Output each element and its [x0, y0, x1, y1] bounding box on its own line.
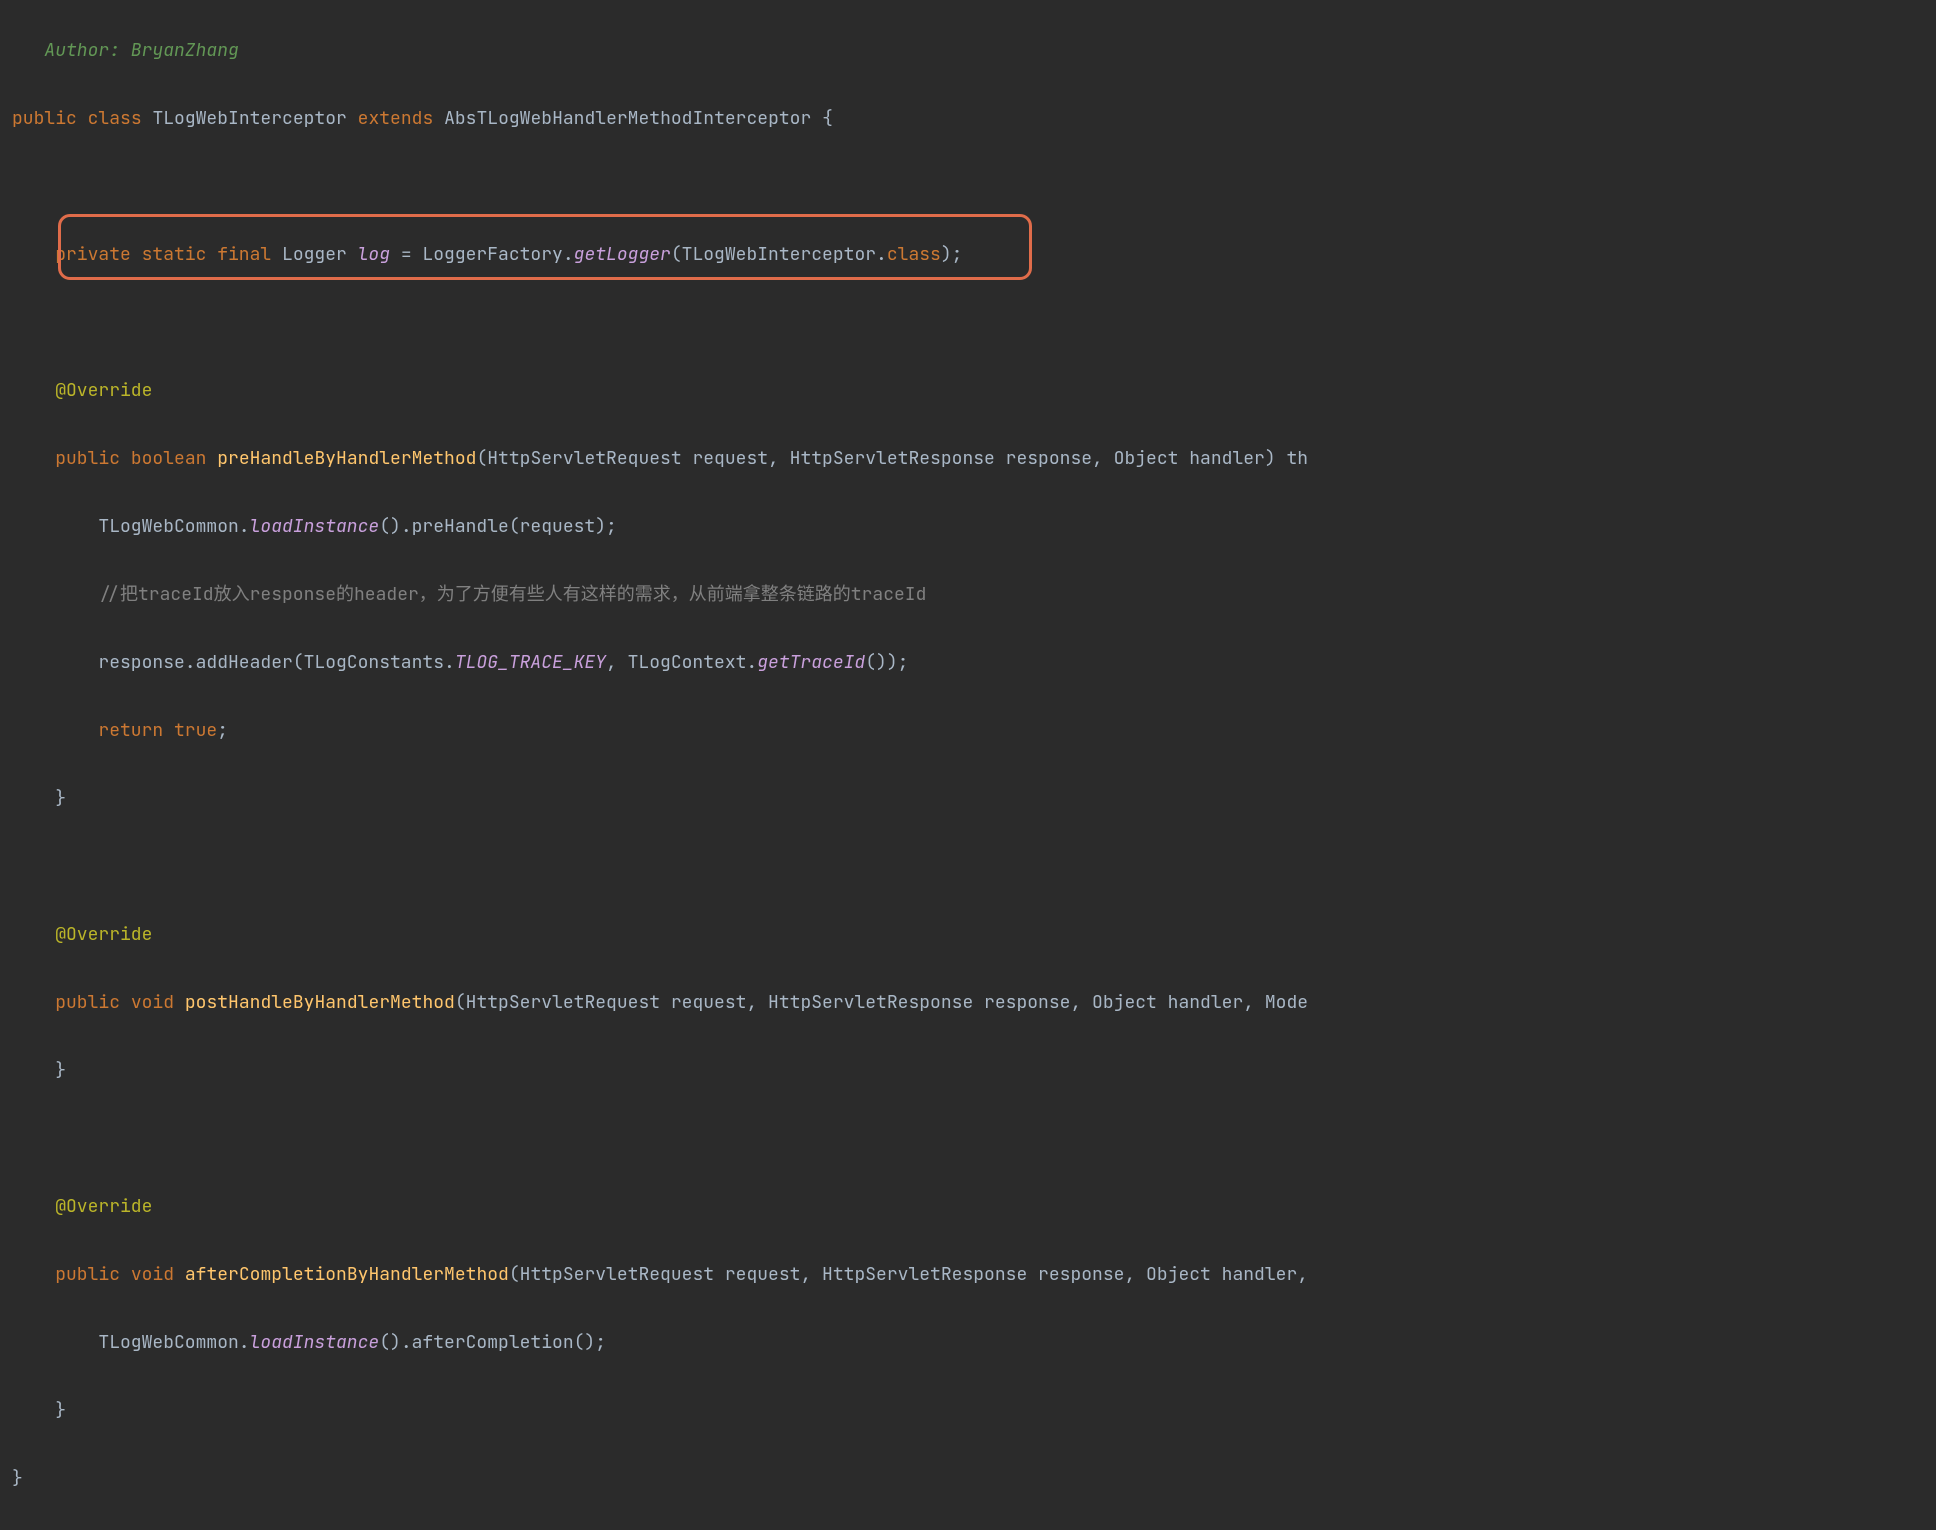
code-line — [12, 170, 1936, 204]
code-line: } — [12, 1054, 1936, 1088]
code-line: } — [12, 1394, 1936, 1428]
code-line: public class TLogWebInterceptor extends … — [12, 102, 1936, 136]
code-line: //把traceId放入response的header，为了方便有些人有这样的需… — [12, 578, 1936, 612]
code-line — [12, 1122, 1936, 1156]
code-line: public boolean preHandleByHandlerMethod(… — [12, 442, 1936, 476]
chinese-comment: //把traceId放入response的header，为了方便有些人有这样的需… — [98, 583, 926, 606]
code-editor[interactable]: Author: BryanZhang public class TLogWebI… — [0, 0, 1936, 1530]
code-line: TLogWebCommon.loadInstance().afterComple… — [12, 1326, 1936, 1360]
code-line: TLogWebCommon.loadInstance().preHandle(r… — [12, 510, 1936, 544]
code-line: public void postHandleByHandlerMethod(Ht… — [12, 986, 1936, 1020]
code-line — [12, 850, 1936, 884]
code-line: return true; — [12, 714, 1936, 748]
code-line: @Override — [12, 374, 1936, 408]
code-line: @Override — [12, 918, 1936, 952]
code-line: @Override — [12, 1190, 1936, 1224]
author-comment: Author: BryanZhang — [12, 39, 239, 62]
code-line: response.addHeader(TLogConstants.TLOG_TR… — [12, 646, 1936, 680]
override-annotation: @Override — [55, 923, 152, 946]
code-line — [12, 306, 1936, 340]
code-line: } — [12, 1462, 1936, 1496]
code-line: Author: BryanZhang — [12, 34, 1936, 68]
code-line: private static final Logger log = Logger… — [12, 238, 1936, 272]
override-annotation: @Override — [55, 1195, 152, 1218]
code-line: public void afterCompletionByHandlerMeth… — [12, 1258, 1936, 1292]
override-annotation: @Override — [55, 379, 152, 402]
code-line: } — [12, 782, 1936, 816]
